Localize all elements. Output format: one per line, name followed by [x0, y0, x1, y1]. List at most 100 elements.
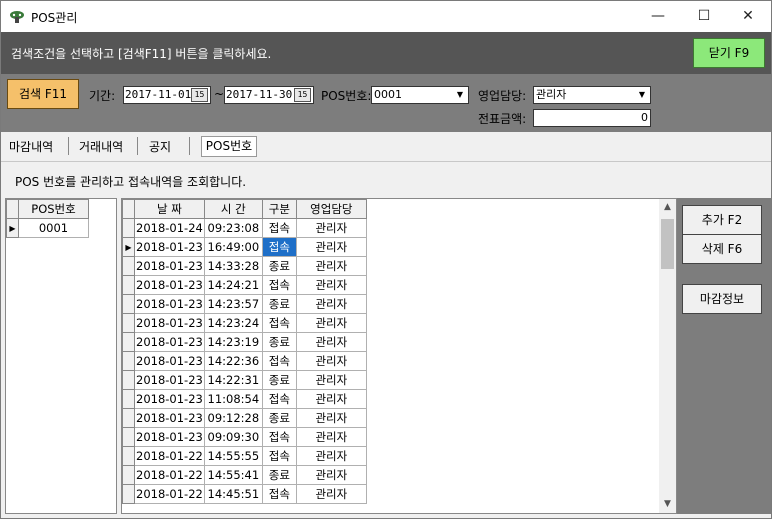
- time-cell[interactable]: 09:23:08: [204, 218, 263, 238]
- type-cell[interactable]: 접속: [262, 484, 297, 504]
- close-f9-button[interactable]: 닫기 F9: [693, 38, 765, 68]
- type-cell[interactable]: 접속: [262, 389, 297, 409]
- time-cell[interactable]: 14:55:55: [204, 446, 263, 466]
- table-row[interactable]: 2018-01-23 14:22:36 접속 관리자: [122, 351, 367, 371]
- delete-f6-button[interactable]: 삭제 F6: [682, 234, 762, 264]
- table-row[interactable]: 2018-01-23 14:23:24 접속 관리자: [122, 313, 367, 333]
- tab-pos-number[interactable]: POS번호: [201, 136, 257, 157]
- date-cell[interactable]: 2018-01-23: [134, 408, 205, 428]
- table-row[interactable]: 2018-01-23 14:23:57 종료 관리자: [122, 294, 367, 314]
- time-cell[interactable]: 09:12:28: [204, 408, 263, 428]
- amount-field[interactable]: 0: [533, 109, 651, 127]
- chevron-down-icon[interactable]: ▼: [453, 88, 467, 102]
- type-cell[interactable]: 접속: [262, 351, 297, 371]
- maximize-button[interactable]: ☐: [681, 1, 727, 32]
- sales-rep-cell[interactable]: 관리자: [296, 408, 367, 428]
- time-cell[interactable]: 14:45:51: [204, 484, 263, 504]
- type-cell[interactable]: 종료: [262, 465, 297, 485]
- type-cell[interactable]: 접속: [262, 275, 297, 295]
- sales-rep-cell[interactable]: 관리자: [296, 275, 367, 295]
- sales-rep-cell[interactable]: 관리자: [296, 484, 367, 504]
- window-close-button[interactable]: ✕: [725, 1, 771, 32]
- pos-number-cell[interactable]: 0001: [18, 218, 89, 238]
- time-cell[interactable]: 14:23:57: [204, 294, 263, 314]
- date-cell[interactable]: 2018-01-23: [134, 237, 205, 257]
- chevron-down-icon[interactable]: ▼: [635, 88, 649, 102]
- sales-rep-cell[interactable]: 관리자: [296, 218, 367, 238]
- date-cell[interactable]: 2018-01-23: [134, 370, 205, 390]
- closing-info-button[interactable]: 마감정보: [682, 284, 762, 314]
- column-header[interactable]: POS번호: [18, 199, 89, 219]
- date-cell[interactable]: 2018-01-22: [134, 446, 205, 466]
- table-row[interactable]: 2018-01-23 09:12:28 종료 관리자: [122, 408, 367, 428]
- date-cell[interactable]: 2018-01-23: [134, 332, 205, 352]
- sales-rep-cell[interactable]: 관리자: [296, 370, 367, 390]
- tab-notice[interactable]: 공지: [149, 138, 171, 155]
- time-cell[interactable]: 14:23:19: [204, 332, 263, 352]
- scroll-up-icon[interactable]: ▲: [659, 199, 676, 216]
- tab-transaction-history[interactable]: 거래내역: [79, 138, 123, 155]
- time-cell[interactable]: 14:23:24: [204, 313, 263, 333]
- type-cell[interactable]: 종료: [262, 294, 297, 314]
- calendar-icon[interactable]: 15: [191, 88, 208, 102]
- sales-rep-cell[interactable]: 관리자: [296, 427, 367, 447]
- table-row[interactable]: 2018-01-23 09:09:30 접속 관리자: [122, 427, 367, 447]
- column-header[interactable]: 날 짜: [134, 199, 205, 219]
- time-cell[interactable]: 14:22:31: [204, 370, 263, 390]
- table-row[interactable]: 2018-01-22 14:55:41 종료 관리자: [122, 465, 367, 485]
- add-f2-button[interactable]: 추가 F2: [682, 205, 762, 235]
- sales-rep-cell[interactable]: 관리자: [296, 237, 367, 257]
- time-cell[interactable]: 11:08:54: [204, 389, 263, 409]
- sales-rep-select[interactable]: 관리자 ▼: [533, 86, 651, 104]
- sales-rep-cell[interactable]: 관리자: [296, 351, 367, 371]
- table-row[interactable]: ▶ 2018-01-23 16:49:00 접속 관리자: [122, 237, 367, 257]
- type-cell[interactable]: 접속: [262, 446, 297, 466]
- date-cell[interactable]: 2018-01-24: [134, 218, 205, 238]
- type-cell[interactable]: 접속: [262, 218, 297, 238]
- date-cell[interactable]: 2018-01-23: [134, 313, 205, 333]
- sales-rep-cell[interactable]: 관리자: [296, 313, 367, 333]
- time-cell[interactable]: 14:55:41: [204, 465, 263, 485]
- date-cell[interactable]: 2018-01-22: [134, 484, 205, 504]
- date-cell[interactable]: 2018-01-23: [134, 275, 205, 295]
- type-cell[interactable]: 접속: [262, 237, 297, 257]
- table-row[interactable]: ▶ 0001: [6, 218, 89, 238]
- sales-rep-cell[interactable]: 관리자: [296, 446, 367, 466]
- time-cell[interactable]: 14:33:28: [204, 256, 263, 276]
- date-from-field[interactable]: 2017-11-01 15: [123, 86, 211, 104]
- sales-rep-cell[interactable]: 관리자: [296, 294, 367, 314]
- vertical-scrollbar[interactable]: ▲ ▼: [659, 199, 676, 513]
- time-cell[interactable]: 16:49:00: [204, 237, 263, 257]
- type-cell[interactable]: 접속: [262, 427, 297, 447]
- date-cell[interactable]: 2018-01-23: [134, 427, 205, 447]
- date-cell[interactable]: 2018-01-23: [134, 351, 205, 371]
- column-header[interactable]: 영업담당: [295, 199, 367, 219]
- column-header[interactable]: 구분: [261, 199, 297, 219]
- type-cell[interactable]: 종료: [262, 408, 297, 428]
- sales-rep-cell[interactable]: 관리자: [296, 389, 367, 409]
- minimize-button[interactable]: —: [635, 1, 681, 32]
- time-cell[interactable]: 14:24:21: [204, 275, 263, 295]
- table-row[interactable]: 2018-01-23 14:23:19 종료 관리자: [122, 332, 367, 352]
- sales-rep-cell[interactable]: 관리자: [296, 332, 367, 352]
- type-cell[interactable]: 종료: [262, 256, 297, 276]
- date-cell[interactable]: 2018-01-23: [134, 389, 205, 409]
- table-row[interactable]: 2018-01-23 11:08:54 접속 관리자: [122, 389, 367, 409]
- sales-rep-cell[interactable]: 관리자: [296, 256, 367, 276]
- type-cell[interactable]: 접속: [262, 313, 297, 333]
- table-row[interactable]: 2018-01-23 14:33:28 종료 관리자: [122, 256, 367, 276]
- pos-number-select[interactable]: 0001 ▼: [371, 86, 469, 104]
- date-cell[interactable]: 2018-01-23: [134, 256, 205, 276]
- time-cell[interactable]: 14:22:36: [204, 351, 263, 371]
- date-cell[interactable]: 2018-01-23: [134, 294, 205, 314]
- calendar-icon[interactable]: 15: [294, 88, 311, 102]
- search-f11-button[interactable]: 검색 F11: [7, 79, 79, 109]
- type-cell[interactable]: 종료: [262, 332, 297, 352]
- table-row[interactable]: 2018-01-22 14:45:51 접속 관리자: [122, 484, 367, 504]
- date-to-field[interactable]: 2017-11-30 15: [224, 86, 314, 104]
- scroll-thumb[interactable]: [661, 219, 674, 269]
- scroll-down-icon[interactable]: ▼: [659, 496, 676, 513]
- table-row[interactable]: 2018-01-22 14:55:55 접속 관리자: [122, 446, 367, 466]
- column-header[interactable]: 시 간: [203, 199, 263, 219]
- date-cell[interactable]: 2018-01-22: [134, 465, 205, 485]
